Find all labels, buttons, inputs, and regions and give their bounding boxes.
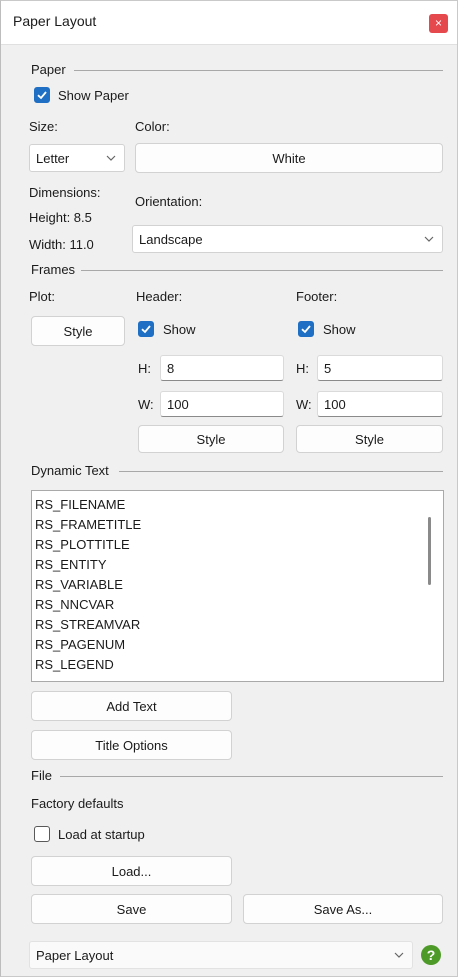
- plot-style-button-label: Style: [63, 323, 93, 339]
- footer-h-label: H:: [296, 361, 309, 376]
- width-readout: Width: 11.0: [29, 237, 94, 252]
- header-height-input[interactable]: 8: [160, 355, 284, 381]
- check-icon: [37, 91, 47, 100]
- save-button-label: Save: [116, 901, 147, 917]
- paper-section-divider: [74, 70, 443, 71]
- height-readout: Height: 8.5: [29, 210, 92, 225]
- plot-style-button[interactable]: Style: [31, 316, 125, 346]
- footer-show-checkbox[interactable]: [298, 321, 314, 337]
- chevron-down-icon: [106, 155, 116, 161]
- header-style-button-label: Style: [196, 431, 226, 447]
- layout-preset-value: Paper Layout: [36, 947, 114, 963]
- footer-width-value: 100: [324, 396, 346, 412]
- help-glyph: ?: [426, 947, 436, 963]
- load-button[interactable]: Load...: [31, 856, 232, 886]
- frames-section-divider: [81, 270, 443, 271]
- chevron-down-icon: [394, 952, 404, 958]
- orientation-dropdown-value: Landscape: [139, 231, 203, 247]
- save-button[interactable]: Save: [31, 894, 232, 924]
- color-button[interactable]: White: [135, 143, 443, 173]
- header-h-label: H:: [138, 361, 151, 376]
- window-title: Paper Layout: [13, 13, 97, 29]
- list-item[interactable]: RS_PAGENUM: [35, 637, 125, 652]
- footer-label: Footer:: [296, 289, 338, 304]
- title-bar: Paper Layout ×: [1, 1, 457, 45]
- list-item[interactable]: RS_NNCVAR: [35, 597, 114, 612]
- footer-w-label: W:: [296, 397, 312, 412]
- title-options-button-label: Title Options: [95, 737, 168, 753]
- show-paper-checkbox[interactable]: [34, 87, 50, 103]
- list-item[interactable]: RS_LEGEND: [35, 657, 114, 672]
- show-paper-label: Show Paper: [58, 88, 129, 103]
- footer-style-button-label: Style: [355, 431, 384, 447]
- dimensions-label: Dimensions:: [29, 185, 101, 200]
- paper-section-title: Paper: [31, 62, 68, 77]
- list-item[interactable]: RS_VARIABLE: [35, 577, 123, 592]
- frames-section-title: Frames: [31, 262, 78, 277]
- check-icon: [141, 325, 151, 334]
- header-label: Header:: [136, 289, 183, 304]
- plot-label: Plot:: [29, 289, 56, 304]
- color-button-label: White: [272, 150, 306, 166]
- header-style-button[interactable]: Style: [138, 425, 284, 453]
- list-item[interactable]: RS_PLOTTITLE: [35, 537, 130, 552]
- footer-height-value: 5: [324, 360, 332, 376]
- load-at-startup-checkbox[interactable]: [34, 826, 50, 842]
- list-scrollbar-thumb[interactable]: [428, 517, 431, 585]
- dynamic-text-section-divider: [119, 471, 443, 472]
- chevron-down-icon: [424, 236, 434, 242]
- add-text-button-label: Add Text: [106, 698, 157, 714]
- footer-show-label: Show: [323, 322, 356, 337]
- header-show-checkbox[interactable]: [138, 321, 154, 337]
- load-button-label: Load...: [111, 863, 152, 879]
- color-label: Color:: [135, 119, 170, 134]
- list-item[interactable]: RS_FILENAME: [35, 497, 125, 512]
- close-button[interactable]: ×: [429, 14, 448, 33]
- save-as-button[interactable]: Save As...: [243, 894, 443, 924]
- footer-height-input[interactable]: 5: [317, 355, 443, 381]
- title-options-button[interactable]: Title Options: [31, 730, 232, 760]
- header-height-value: 8: [167, 360, 175, 376]
- header-width-value: 100: [167, 396, 189, 412]
- load-at-startup-label: Load at startup: [58, 827, 145, 842]
- size-dropdown-value: Letter: [36, 150, 70, 166]
- list-item[interactable]: RS_STREAMVAR: [35, 617, 140, 632]
- footer-width-input[interactable]: 100: [317, 391, 443, 417]
- footer-style-button[interactable]: Style: [296, 425, 443, 453]
- orientation-label: Orientation:: [135, 194, 203, 209]
- factory-defaults-label: Factory defaults: [31, 796, 124, 811]
- dynamic-text-section-title: Dynamic Text: [31, 463, 111, 478]
- list-item[interactable]: RS_ENTITY: [35, 557, 107, 572]
- size-dropdown[interactable]: Letter: [29, 144, 125, 172]
- dynamic-text-list[interactable]: RS_FILENAME RS_FRAMETITLE RS_PLOTTITLE R…: [31, 490, 444, 682]
- header-width-input[interactable]: 100: [160, 391, 284, 417]
- help-icon[interactable]: ?: [421, 945, 441, 965]
- paper-layout-window: Paper Layout × Paper Show Paper Size: Co…: [0, 0, 458, 977]
- list-item[interactable]: RS_FRAMETITLE: [35, 517, 141, 532]
- layout-preset-dropdown[interactable]: Paper Layout: [29, 941, 413, 969]
- header-w-label: W:: [138, 397, 154, 412]
- header-show-label: Show: [163, 322, 196, 337]
- save-as-button-label: Save As...: [313, 901, 373, 917]
- file-section-divider: [60, 776, 443, 777]
- size-label: Size:: [29, 119, 58, 134]
- file-section-title: File: [31, 768, 54, 783]
- orientation-dropdown[interactable]: Landscape: [132, 225, 443, 253]
- check-icon: [301, 325, 311, 334]
- close-icon: ×: [434, 16, 442, 30]
- add-text-button[interactable]: Add Text: [31, 691, 232, 721]
